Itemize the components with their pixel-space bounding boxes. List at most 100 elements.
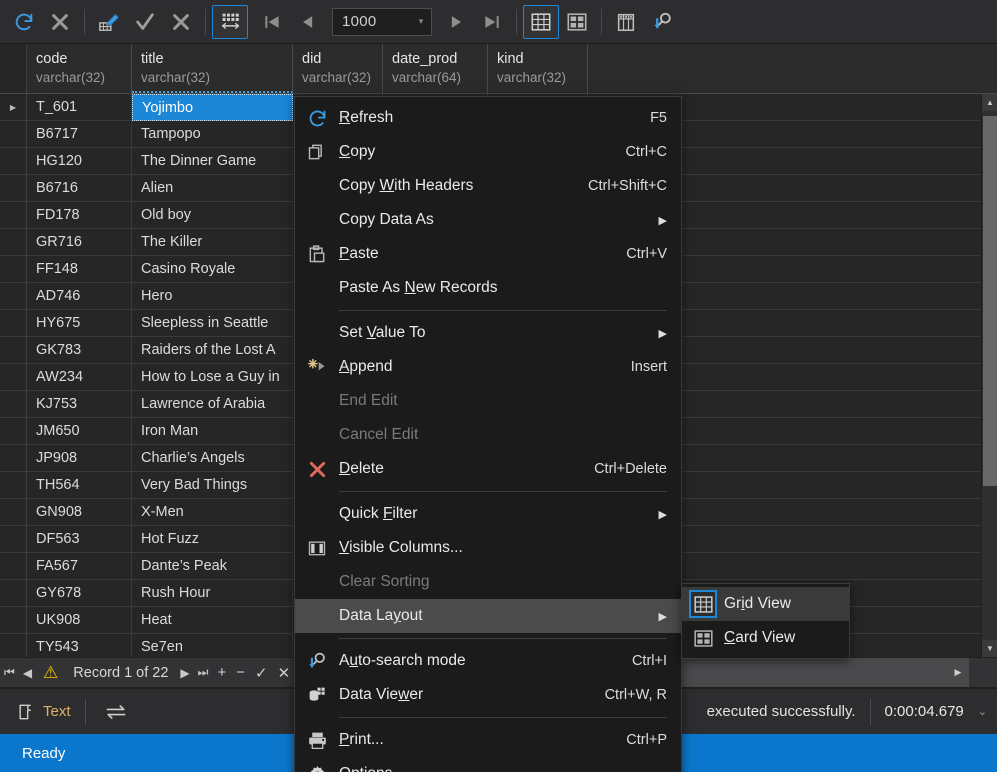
cell-title[interactable]: Charlie’s Angels [132,445,293,471]
cell-code[interactable]: AW234 [27,364,132,390]
row-indicator[interactable] [0,472,27,498]
cell-title[interactable]: Alien [132,175,293,201]
cell-title[interactable]: Iron Man [132,418,293,444]
grid-view-button[interactable] [523,4,559,39]
cell-title[interactable]: Hot Fuzz [132,526,293,552]
cell-title[interactable]: The Killer [132,229,293,255]
menu-item-data-viewer[interactable]: Data Viewer Ctrl+W, R [295,678,681,712]
cell-title[interactable]: How to Lose a Guy in [132,364,293,390]
commit-button[interactable] [127,5,163,39]
cell-code[interactable]: HG120 [27,148,132,174]
scroll-up-icon[interactable]: ▲ [982,94,997,111]
row-indicator[interactable] [0,175,27,201]
column-view-button[interactable] [608,5,644,39]
cell-title[interactable]: Hero [132,283,293,309]
cell-code[interactable]: T_601 [27,94,132,120]
nav-last-button[interactable]: ⏭ [194,658,213,687]
row-indicator[interactable] [0,634,27,657]
context-menu[interactable]: Refresh F5 Copy Ctrl+C Copy With Headers Ctrl… [294,96,682,772]
text-view-button[interactable]: Text [0,690,85,734]
row-indicator[interactable] [0,229,27,255]
edit-button[interactable] [91,5,127,39]
column-header-kind[interactable]: kind varchar(32) [488,44,588,93]
cell-code[interactable]: JM650 [27,418,132,444]
cell-code[interactable]: AD746 [27,283,132,309]
cell-code[interactable]: GY678 [27,580,132,606]
cell-code[interactable]: UK908 [27,607,132,633]
row-indicator[interactable] [0,526,27,552]
nav-next-button[interactable]: ▶ [176,658,193,687]
menu-item-delete[interactable]: Delete Ctrl+Delete [295,452,681,486]
card-view-button[interactable] [559,5,595,39]
column-header-code[interactable]: code varchar(32) [27,44,132,93]
scrollbar-thumb[interactable] [983,116,997,486]
row-indicator[interactable] [0,364,27,390]
data-layout-submenu[interactable]: Grid View Card View [681,583,850,659]
row-indicator[interactable] [0,148,27,174]
cell-title[interactable]: Casino Royale [132,256,293,282]
cell-code[interactable]: GR716 [27,229,132,255]
menu-item-auto-search-mode[interactable]: Auto-search mode Ctrl+I [295,644,681,678]
fetch-limit-value[interactable]: 1000 [333,13,411,30]
refresh-button[interactable] [6,5,42,39]
cell-code[interactable]: FA567 [27,553,132,579]
menu-item-print[interactable]: Print... Ctrl+P [295,723,681,757]
menu-item-set-value-to[interactable]: Set Value To ▶ [295,316,681,350]
row-indicator[interactable] [0,418,27,444]
cell-code[interactable]: FF148 [27,256,132,282]
auto-search-button[interactable] [644,5,680,39]
row-indicator[interactable]: ▶ [0,94,27,120]
menu-item-append[interactable]: Append Insert [295,350,681,384]
nav-delete-button[interactable]: − [231,658,250,687]
cell-title[interactable]: Yojimbo [132,94,293,121]
row-indicator[interactable] [0,310,27,336]
submenu-item-grid-view[interactable]: Grid View [682,587,849,621]
cell-title[interactable]: X-Men [132,499,293,525]
cell-title[interactable]: Heat [132,607,293,633]
row-indicator[interactable] [0,283,27,309]
menu-item-options[interactable]: Options... [295,757,681,772]
cell-title[interactable]: Se7en [132,634,293,657]
menu-item-paste[interactable]: Paste Ctrl+V [295,237,681,271]
cell-code[interactable]: FD178 [27,202,132,228]
first-page-button[interactable] [254,5,290,39]
menu-item-quick-filter[interactable]: Quick Filter ▶ [295,497,681,531]
rollback-button[interactable] [163,5,199,39]
cell-title[interactable]: Sleepless in Seattle [132,310,293,336]
fetch-limit-combo[interactable]: 1000 ▾ [332,7,432,36]
row-indicator[interactable] [0,391,27,417]
row-indicator[interactable] [0,256,27,282]
scroll-down-icon[interactable]: ▼ [982,640,997,657]
row-indicator[interactable] [0,499,27,525]
menu-item-copy[interactable]: Copy Ctrl+C [295,135,681,169]
nav-prev-button[interactable]: ◀ [19,658,36,687]
nav-first-button[interactable]: ⏮ [0,658,19,687]
submenu-item-card-view[interactable]: Card View [682,621,849,655]
last-page-button[interactable] [474,5,510,39]
cell-title[interactable]: Dante’s Peak [132,553,293,579]
menu-item-refresh[interactable]: Refresh F5 [295,101,681,135]
prev-page-button[interactable] [290,5,326,39]
cell-title[interactable]: Very Bad Things [132,472,293,498]
swap-panels-button[interactable] [86,702,146,722]
menu-item-data-layout[interactable]: Data Layout ▶ [295,599,681,633]
column-header-did[interactable]: did varchar(32) [293,44,383,93]
column-header-title[interactable]: title varchar(32) [132,44,293,93]
fit-columns-button[interactable] [212,4,248,39]
cell-code[interactable]: GN908 [27,499,132,525]
menu-item-paste-as-new-records[interactable]: Paste As New Records [295,271,681,305]
cell-code[interactable]: TY543 [27,634,132,657]
nav-post-button[interactable]: ✓ [250,658,273,687]
row-indicator[interactable] [0,445,27,471]
cell-code[interactable]: B6716 [27,175,132,201]
menu-item-copy-with-headers[interactable]: Copy With Headers Ctrl+Shift+C [295,169,681,203]
expander-icon[interactable]: ⌄ [978,705,997,718]
vertical-scrollbar[interactable]: ▲ ▼ [981,94,997,657]
cell-code[interactable]: B6717 [27,121,132,147]
row-indicator[interactable] [0,580,27,606]
cell-title[interactable]: Raiders of the Lost A [132,337,293,363]
row-indicator[interactable] [0,337,27,363]
row-indicator[interactable] [0,553,27,579]
cell-code[interactable]: TH564 [27,472,132,498]
nav-insert-button[interactable]: + [212,658,231,687]
